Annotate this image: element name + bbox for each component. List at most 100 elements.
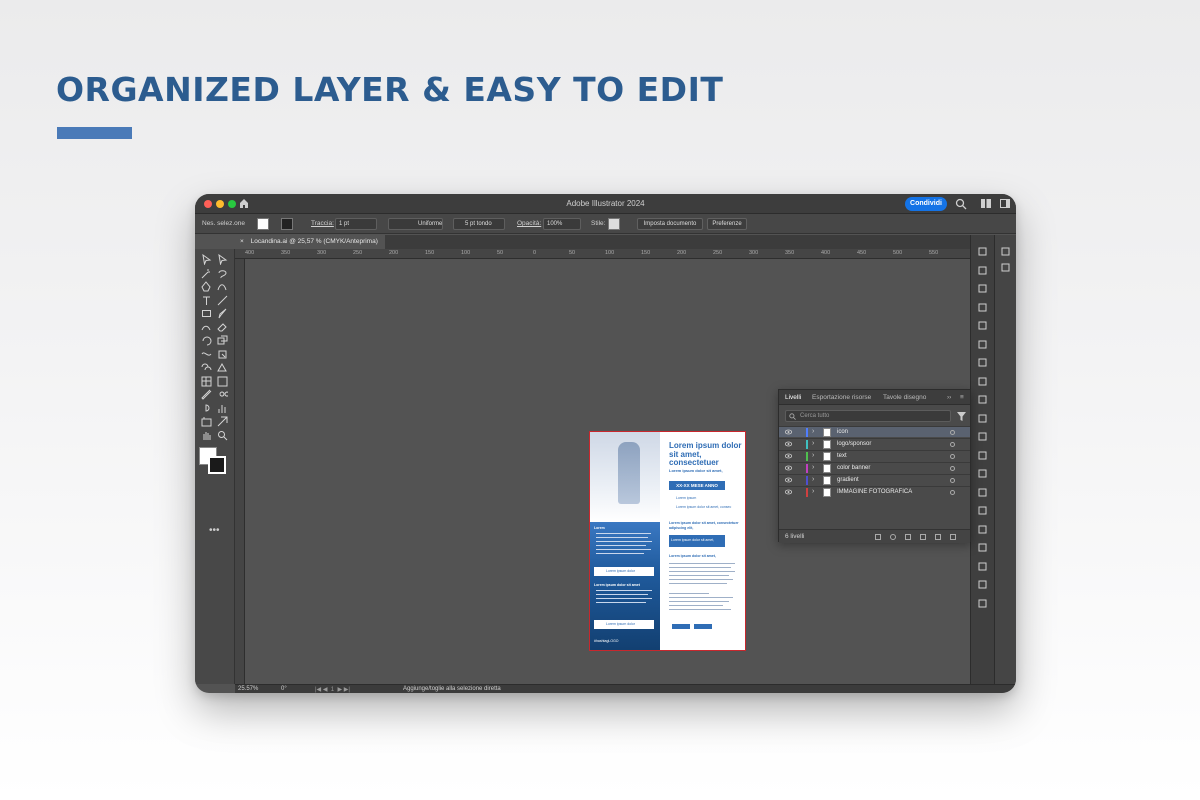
panel-options-icon[interactable] [1001, 247, 1010, 256]
image-trace-icon[interactable] [1001, 263, 1010, 272]
character-icon[interactable] [978, 451, 987, 460]
transparency-icon[interactable] [978, 303, 987, 312]
magic-wand-tool-icon[interactable] [201, 268, 212, 279]
layer-name[interactable]: logo/sponsor [837, 441, 871, 447]
workspace-icon[interactable] [1000, 199, 1010, 208]
layer-target-icon[interactable] [950, 454, 955, 459]
selection-tool-icon[interactable] [201, 253, 212, 266]
layer-name[interactable]: gradient [837, 477, 859, 483]
trash-icon[interactable] [950, 534, 956, 540]
symbol-sprayer-tool-icon[interactable] [201, 403, 212, 414]
expand-chevron-icon[interactable]: › [812, 440, 814, 447]
share-button[interactable]: Condividi [905, 197, 947, 211]
opacity-label[interactable]: Opacità: [517, 220, 541, 227]
layer-row[interactable]: › gradient [779, 474, 970, 485]
paragraph-icon[interactable] [978, 469, 987, 478]
layer-target-icon[interactable] [950, 490, 955, 495]
libraries-icon[interactable] [978, 266, 987, 275]
tab-layers[interactable]: Livelli [785, 394, 801, 401]
layer-target-icon[interactable] [950, 442, 955, 447]
layer-row[interactable]: › IMMAGINE FOTOGRAFICA [779, 486, 970, 497]
perspective-tool-icon[interactable] [217, 362, 228, 373]
new-layer-icon[interactable] [935, 534, 941, 540]
pen-tool-icon[interactable] [201, 281, 212, 292]
rotation-value[interactable]: 0° [281, 686, 287, 692]
artboard-tool-icon[interactable] [201, 416, 212, 427]
visibility-eye-icon[interactable] [784, 465, 793, 471]
blend-tool-icon[interactable] [217, 389, 230, 400]
layer-row[interactable]: › icon [779, 426, 970, 437]
layer-target-icon[interactable] [950, 478, 955, 483]
symbols-icon[interactable] [978, 377, 987, 386]
vertical-ruler[interactable] [235, 259, 245, 684]
scale-tool-icon[interactable] [217, 335, 228, 346]
export-icon[interactable] [978, 414, 987, 423]
stroke-color-box[interactable] [208, 456, 226, 474]
document-tab[interactable]: × Locandina.ai @ 25,57 % (CMYK/Anteprima… [235, 235, 385, 249]
fill-swatch[interactable] [257, 218, 269, 230]
tab-asset-export[interactable]: Esportazione risorse [812, 394, 871, 401]
horizontal-ruler[interactable]: 400 350 300 250 200 150 100 50 0 50 100 150 200 250 30… [235, 249, 970, 259]
shaper-tool-icon[interactable] [201, 322, 212, 333]
collect-export-icon[interactable] [875, 534, 881, 540]
appearance-icon[interactable] [978, 284, 987, 293]
layer-name[interactable]: text [837, 453, 847, 459]
document-setup-button[interactable]: Imposta documento [637, 218, 703, 230]
zoom-tool-icon[interactable] [217, 430, 228, 441]
visibility-eye-icon[interactable] [784, 477, 793, 483]
curvature-tool-icon[interactable] [217, 281, 228, 292]
rotate-tool-icon[interactable] [201, 335, 212, 346]
direct-selection-tool-icon[interactable] [217, 253, 228, 266]
expand-chevron-icon[interactable]: › [812, 428, 814, 435]
expand-chevron-icon[interactable]: › [812, 464, 814, 471]
stroke-icon[interactable] [978, 543, 987, 552]
brush-select[interactable]: 5 pt tondo [453, 218, 505, 230]
stroke-label[interactable]: Traccia: [311, 220, 334, 227]
stroke-profile-select[interactable]: Uniforme [388, 218, 443, 230]
clipping-mask-icon[interactable] [905, 534, 911, 540]
visibility-eye-icon[interactable] [784, 429, 793, 435]
brushes-icon[interactable] [978, 525, 987, 534]
gradient-tool-icon[interactable] [217, 376, 228, 387]
artboard-navigation[interactable]: |◀ ◀ 1 ▶ ▶| [315, 686, 350, 693]
stroke-weight-field[interactable]: 1 pt [335, 218, 377, 230]
edit-toolbar-icon[interactable]: ••• [209, 525, 220, 536]
width-tool-icon[interactable] [201, 349, 212, 360]
eyedropper-tool-icon[interactable] [201, 389, 212, 400]
zoom-level[interactable]: 25.57% [238, 686, 258, 692]
align-icon[interactable] [978, 562, 987, 571]
links-icon[interactable] [978, 432, 987, 441]
visibility-eye-icon[interactable] [784, 489, 793, 495]
layer-name[interactable]: IMMAGINE FOTOGRAFICA [837, 489, 912, 495]
layer-target-icon[interactable] [950, 466, 955, 471]
close-tab-icon[interactable]: × [240, 238, 244, 245]
eraser-tool-icon[interactable] [217, 322, 228, 333]
new-sublayer-icon[interactable] [920, 534, 926, 540]
panel-collapse-icon[interactable]: ›› [947, 394, 951, 401]
stroke-swatch[interactable] [281, 218, 293, 230]
locate-object-icon[interactable] [890, 534, 896, 540]
shape-builder-tool-icon[interactable] [201, 362, 212, 373]
layers-search-input[interactable]: Cerca tutto [785, 410, 951, 422]
arrange-documents-icon[interactable] [981, 199, 991, 208]
filter-icon[interactable] [957, 412, 966, 421]
expand-chevron-icon[interactable]: › [812, 488, 814, 495]
layer-name[interactable]: icon [837, 429, 848, 435]
hand-tool-icon[interactable] [201, 430, 212, 441]
swatches-icon[interactable] [978, 358, 987, 367]
free-transform-tool-icon[interactable] [217, 349, 228, 360]
mesh-tool-icon[interactable] [201, 376, 212, 387]
rectangle-tool-icon[interactable] [201, 308, 212, 319]
gradient-panel-icon[interactable] [978, 321, 987, 330]
layer-target-icon[interactable] [950, 430, 955, 435]
opacity-field[interactable]: 100% [543, 218, 581, 230]
paintbrush-tool-icon[interactable] [217, 308, 228, 319]
preferences-button[interactable]: Preferenze [707, 218, 747, 230]
graphic-styles-icon[interactable] [978, 506, 987, 515]
layer-row[interactable]: › logo/sponsor [779, 438, 970, 449]
expand-chevron-icon[interactable]: › [812, 452, 814, 459]
visibility-eye-icon[interactable] [784, 441, 793, 447]
color-icon[interactable] [978, 340, 987, 349]
slice-tool-icon[interactable] [217, 416, 228, 427]
transform-icon[interactable] [978, 580, 987, 589]
